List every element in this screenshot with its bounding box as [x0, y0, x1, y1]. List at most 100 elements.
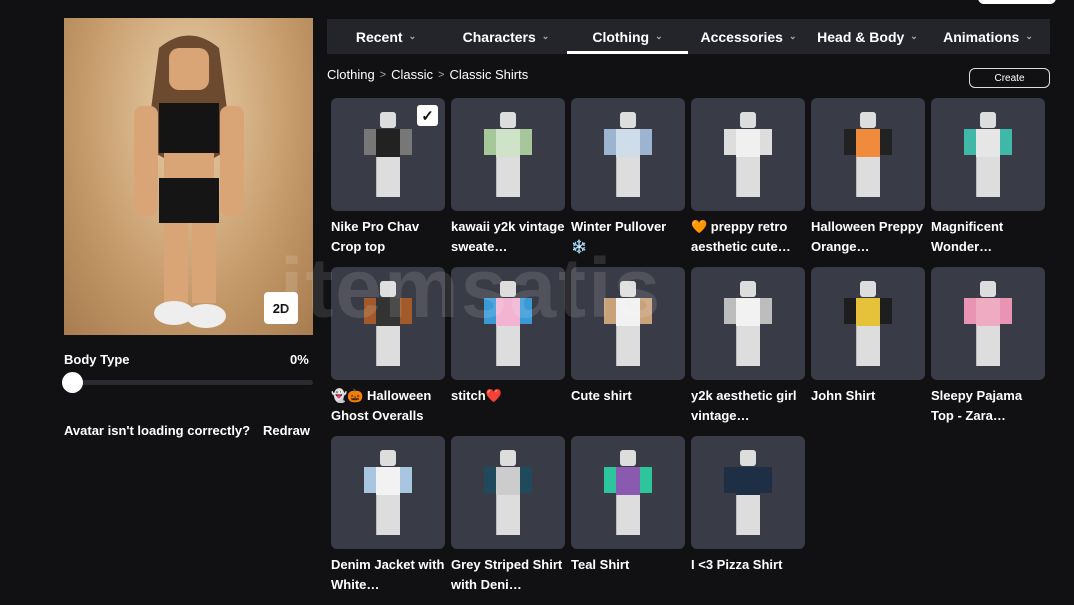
item-thumbnail[interactable] — [571, 98, 685, 211]
tab-animations[interactable]: Animations ⌄ — [926, 19, 1050, 54]
shirt-preview — [844, 281, 892, 367]
tab-label: Characters — [462, 28, 536, 45]
item-thumbnail[interactable] — [931, 98, 1045, 211]
body-type-value: 0% — [290, 352, 309, 367]
breadcrumb-clothing[interactable]: Clothing — [327, 67, 375, 82]
chevron-down-icon: ⌄ — [1025, 31, 1033, 41]
body-type-label: Body Type — [64, 352, 130, 367]
item-card[interactable]: Sleepy Pajama Top - Zara… — [931, 267, 1045, 436]
chevron-down-icon: ⌄ — [408, 31, 417, 41]
item-thumbnail[interactable] — [451, 267, 565, 380]
item-thumbnail[interactable] — [451, 98, 565, 211]
item-title[interactable]: y2k aesthetic girl vintage… — [691, 386, 805, 426]
item-title[interactable]: Magnificent Wonder… — [931, 217, 1045, 257]
tab-accessories[interactable]: Accessories ⌄ — [688, 19, 809, 54]
avatar-figure — [134, 35, 244, 328]
shirt-preview — [604, 450, 652, 536]
item-title[interactable]: I <3 Pizza Shirt — [691, 555, 805, 595]
category-tabs: Recent ⌄ Characters ⌄ Clothing ⌄ Accessorie… — [327, 19, 1050, 54]
chevron-down-icon: ⌄ — [541, 31, 550, 41]
shirt-preview — [364, 112, 412, 198]
checkmark-icon[interactable]: ✓ — [417, 105, 438, 126]
item-grid: ✓ Nike Pro Chav Crop top kawaii y2k vint… — [331, 98, 1045, 605]
item-card[interactable]: John Shirt — [811, 267, 925, 436]
item-title[interactable]: Nike Pro Chav Crop top — [331, 217, 445, 257]
item-thumbnail[interactable] — [811, 98, 925, 211]
item-card[interactable]: stitch❤️ — [451, 267, 565, 436]
item-title[interactable]: Grey Striped Shirt with Deni… — [451, 555, 565, 595]
item-card[interactable]: ✓ Nike Pro Chav Crop top — [331, 98, 445, 267]
tab-label: Head & Body — [817, 28, 905, 45]
item-card[interactable]: kawaii y2k vintage sweate… — [451, 98, 565, 267]
item-thumbnail[interactable] — [691, 267, 805, 380]
2d-toggle-button[interactable]: 2D — [264, 292, 298, 324]
item-title[interactable]: Sleepy Pajama Top - Zara… — [931, 386, 1045, 426]
item-card[interactable]: Grey Striped Shirt with Deni… — [451, 436, 565, 605]
shirt-preview — [844, 112, 892, 198]
shirt-preview — [724, 112, 772, 198]
item-card[interactable]: Halloween Preppy Orange… — [811, 98, 925, 267]
create-button[interactable]: Create — [969, 68, 1050, 88]
chevron-down-icon: ⌄ — [788, 31, 797, 41]
breadcrumb-classic-shirts: Classic Shirts — [449, 67, 529, 82]
tab-clothing[interactable]: Clothing ⌄ — [567, 19, 688, 54]
chevron-right-icon: > — [379, 68, 387, 81]
shirt-preview — [964, 281, 1012, 367]
item-card[interactable]: I <3 Pizza Shirt — [691, 436, 805, 605]
item-title[interactable]: Teal Shirt — [571, 555, 685, 595]
item-thumbnail[interactable] — [931, 267, 1045, 380]
chevron-down-icon: ⌄ — [655, 31, 663, 41]
item-title[interactable]: Winter Pullover ❄️ — [571, 217, 685, 257]
item-thumbnail[interactable] — [331, 436, 445, 549]
item-thumbnail[interactable] — [811, 267, 925, 380]
item-thumbnail[interactable]: ✓ — [331, 98, 445, 211]
shirt-preview — [364, 281, 412, 367]
item-thumbnail[interactable] — [571, 267, 685, 380]
item-title[interactable]: 🧡 preppy retro aesthetic cute… — [691, 217, 805, 257]
tab-label: Recent — [355, 28, 403, 45]
breadcrumb: Clothing > Classic > Classic Shirts — [327, 67, 528, 82]
tab-characters[interactable]: Characters ⌄ — [445, 19, 567, 54]
item-card[interactable]: Magnificent Wonder… — [931, 98, 1045, 267]
item-card[interactable]: Cute shirt — [571, 267, 685, 436]
item-title[interactable]: Halloween Preppy Orange… — [811, 217, 925, 257]
item-card[interactable]: Denim Jacket with White… — [331, 436, 445, 605]
slider-knob[interactable] — [62, 372, 83, 393]
item-thumbnail[interactable] — [691, 98, 805, 211]
item-title[interactable]: Cute shirt — [571, 386, 685, 426]
item-title[interactable]: stitch❤️ — [451, 386, 565, 426]
tab-label: Accessories — [700, 28, 783, 45]
shirt-preview — [964, 112, 1012, 198]
loading-message: Avatar isn't loading correctly? — [64, 423, 251, 438]
shirt-preview — [604, 112, 652, 198]
top-account-button[interactable] — [978, 0, 1056, 4]
item-card[interactable]: 🧡 preppy retro aesthetic cute… — [691, 98, 805, 267]
tab-label: Animations — [943, 28, 1020, 45]
tab-label: Clothing — [592, 28, 650, 45]
shirt-preview — [724, 450, 772, 536]
tab-recent[interactable]: Recent ⌄ — [327, 19, 445, 54]
item-card[interactable]: Teal Shirt — [571, 436, 685, 605]
shirt-preview — [364, 450, 412, 536]
item-card[interactable]: 👻🎃 Halloween Ghost Overalls — [331, 267, 445, 436]
item-title[interactable]: John Shirt — [811, 386, 925, 426]
item-title[interactable]: Denim Jacket with White… — [331, 555, 445, 595]
shirt-preview — [604, 281, 652, 367]
shirt-preview — [484, 281, 532, 367]
item-thumbnail[interactable] — [451, 436, 565, 549]
item-thumbnail[interactable] — [571, 436, 685, 549]
item-thumbnail[interactable] — [691, 436, 805, 549]
item-title[interactable]: 👻🎃 Halloween Ghost Overalls — [331, 386, 445, 426]
redraw-link[interactable]: Redraw — [263, 423, 310, 438]
avatar-preview[interactable]: 2D — [64, 18, 313, 335]
shirt-preview — [724, 281, 772, 367]
item-card[interactable]: Winter Pullover ❄️ — [571, 98, 685, 267]
chevron-right-icon: > — [438, 68, 445, 81]
body-type-slider[interactable] — [62, 372, 313, 393]
breadcrumb-classic[interactable]: Classic — [391, 67, 433, 82]
item-thumbnail[interactable] — [331, 267, 445, 380]
item-card[interactable]: y2k aesthetic girl vintage… — [691, 267, 805, 436]
chevron-down-icon: ⌄ — [910, 31, 918, 41]
item-title[interactable]: kawaii y2k vintage sweate… — [451, 217, 565, 257]
tab-head-body[interactable]: Head & Body ⌄ — [809, 19, 926, 54]
